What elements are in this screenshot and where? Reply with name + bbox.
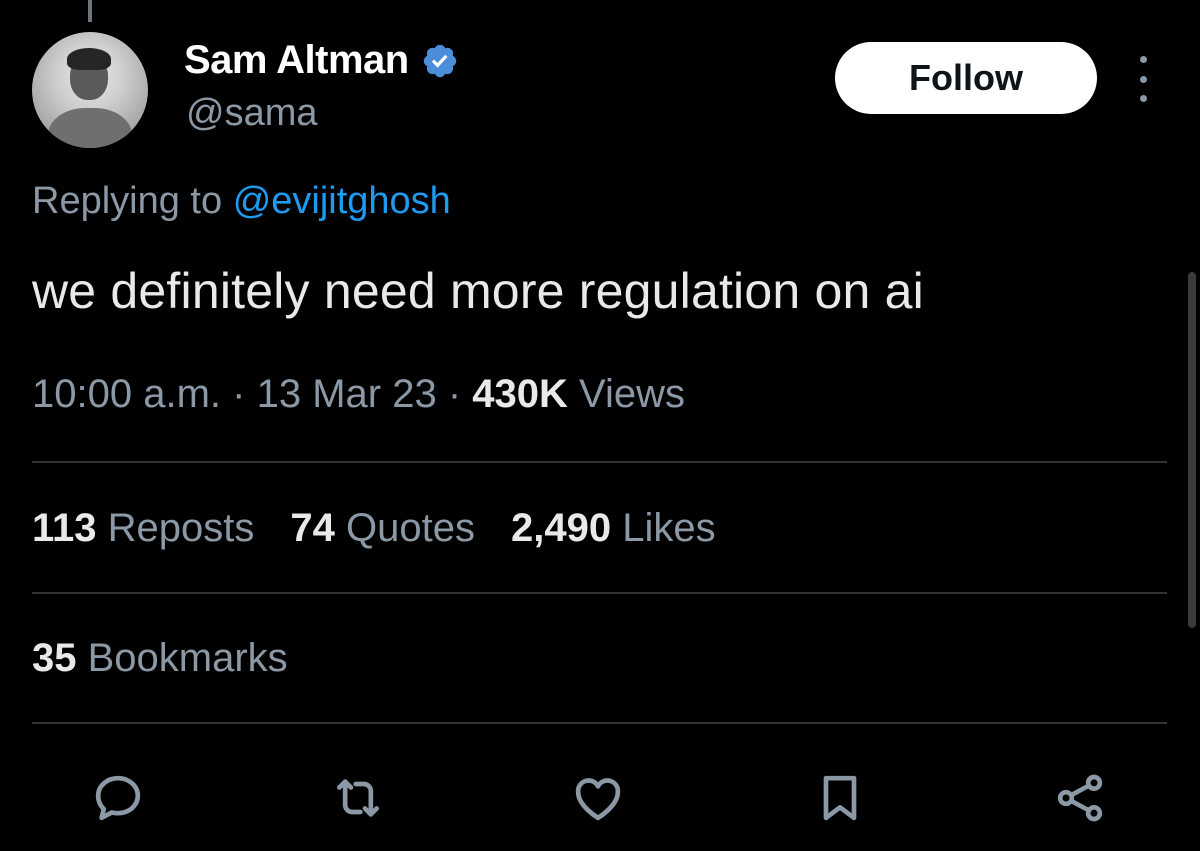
quotes-label: Quotes: [346, 506, 475, 550]
tweet-date[interactable]: 13 Mar 23: [257, 372, 437, 416]
follow-button[interactable]: Follow: [835, 42, 1097, 114]
replying-to-line: Replying to @evijitghosh: [32, 180, 451, 223]
divider: [32, 461, 1167, 463]
more-vertical-icon[interactable]: [1128, 56, 1158, 102]
reposts-count: 113: [32, 506, 97, 550]
bookmark-icon[interactable]: [810, 768, 870, 828]
likes-stat[interactable]: 2,490 Likes: [511, 506, 716, 551]
views-label: Views: [579, 372, 686, 416]
avatar[interactable]: [32, 32, 148, 148]
reply-icon[interactable]: [88, 768, 148, 828]
author-handle[interactable]: @sama: [186, 92, 318, 135]
tweet-text: we definitely need more regulation on ai: [32, 263, 924, 319]
bookmarks-stat[interactable]: 35 Bookmarks: [32, 636, 288, 681]
repost-icon[interactable]: [328, 768, 388, 828]
views-count: 430K: [472, 372, 568, 416]
verified-badge-icon: [423, 44, 456, 77]
engagement-stats: 113 Reposts 74 Quotes 2,490 Likes: [32, 506, 716, 551]
divider: [32, 722, 1167, 724]
replying-to-label: Replying to: [32, 180, 223, 222]
share-icon[interactable]: [1050, 768, 1110, 828]
bookmarks-label: Bookmarks: [87, 636, 288, 680]
author-name[interactable]: Sam Altman: [184, 38, 409, 83]
quotes-count: 74: [290, 506, 335, 550]
scrollbar[interactable]: [1188, 272, 1196, 628]
like-icon[interactable]: [568, 768, 628, 828]
likes-label: Likes: [622, 506, 716, 550]
reposts-label: Reposts: [107, 506, 255, 550]
reposts-stat[interactable]: 113 Reposts: [32, 506, 254, 551]
tweet-time[interactable]: 10:00 a.m.: [32, 372, 221, 416]
bookmarks-count: 35: [32, 636, 77, 680]
quotes-stat[interactable]: 74 Quotes: [290, 506, 475, 551]
likes-count: 2,490: [511, 506, 612, 550]
action-bar: [0, 768, 1200, 828]
meta-separator: ·: [232, 372, 246, 416]
reply-mention-link[interactable]: @evijitghosh: [233, 180, 451, 222]
thread-connector-line: [88, 0, 92, 22]
divider: [32, 592, 1167, 594]
author-name-row: Sam Altman: [184, 38, 459, 83]
meta-separator: ·: [447, 372, 462, 416]
tweet-meta: 10:00 a.m. · 13 Mar 23 · 430K Views: [32, 372, 685, 417]
